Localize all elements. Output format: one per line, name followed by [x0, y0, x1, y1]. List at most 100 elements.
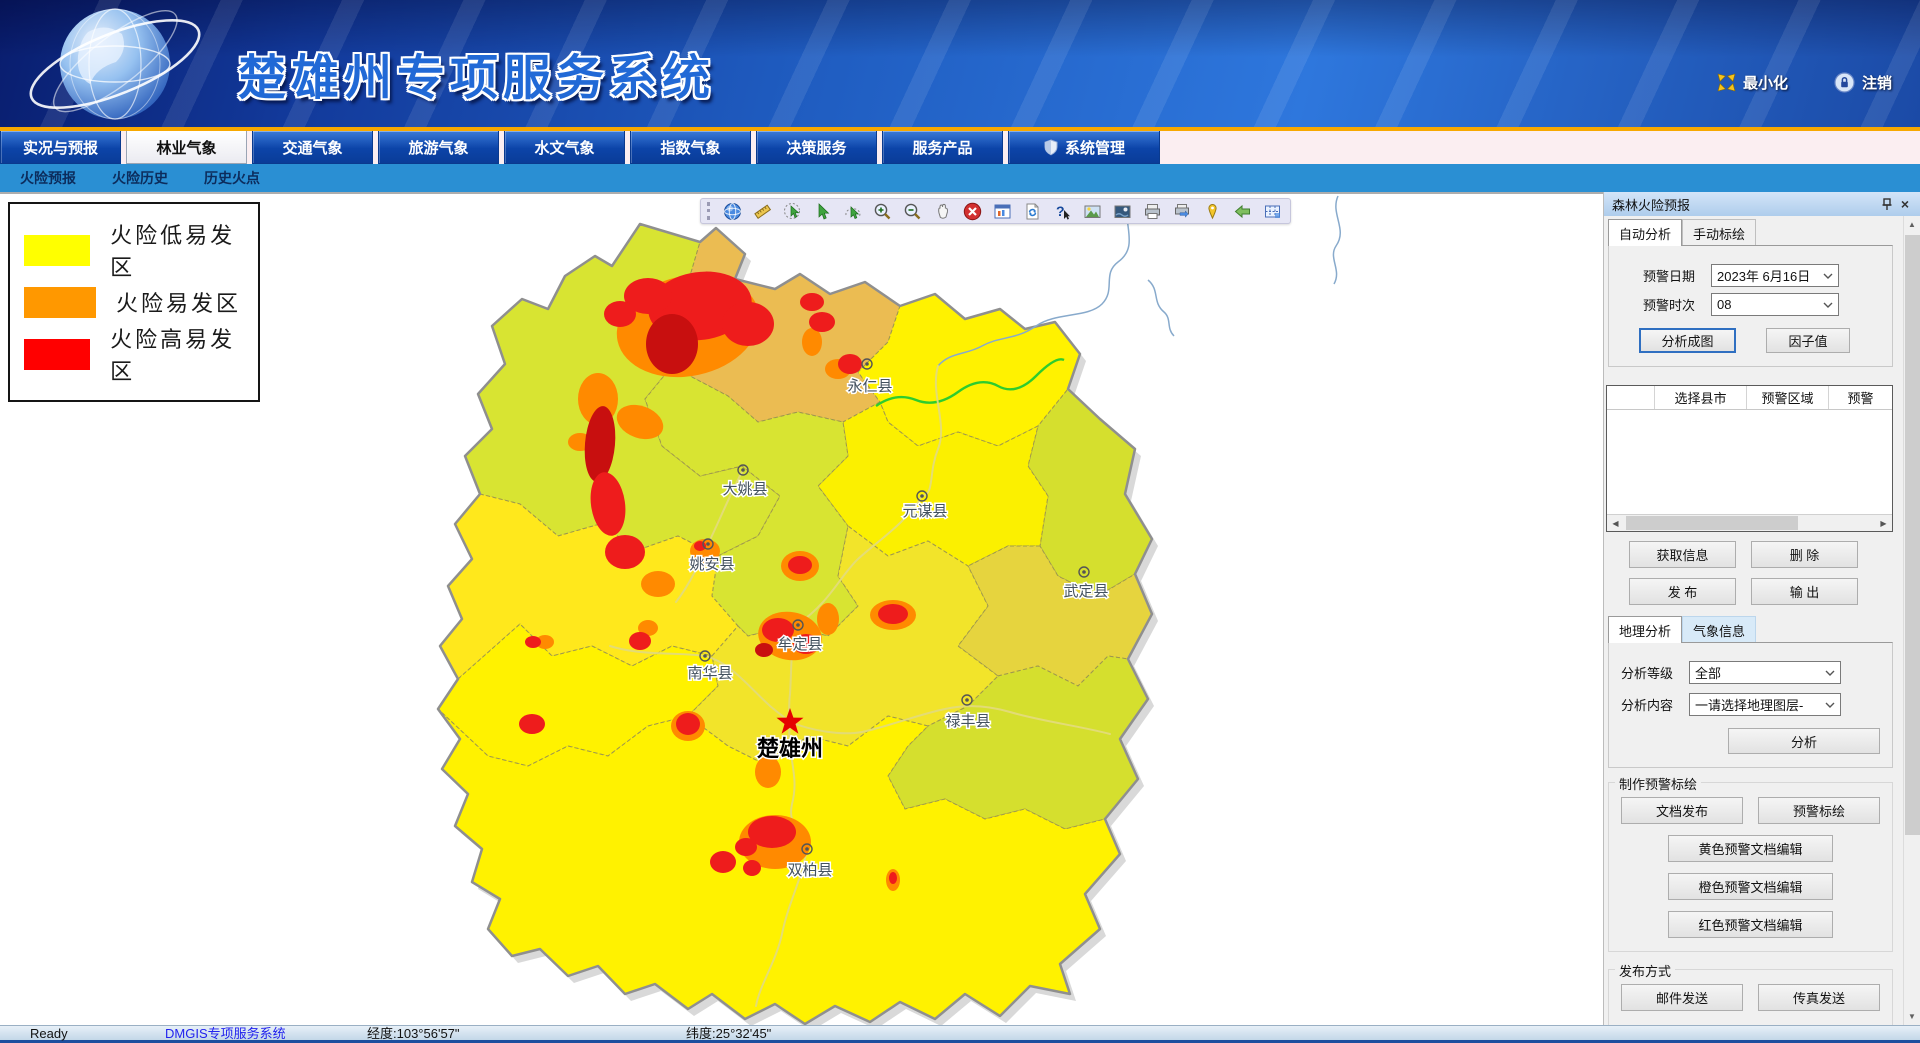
measure-distance-icon[interactable] [752, 201, 772, 221]
red-warning-doc-button[interactable]: 红色预警文档编辑 [1668, 911, 1833, 938]
export-map-icon[interactable] [1262, 201, 1282, 221]
col-warn-region: 预警区域 [1747, 386, 1829, 409]
toolbar-drag-handle[interactable] [707, 202, 710, 220]
pan-hand-icon[interactable] [932, 201, 952, 221]
status-ready: Ready [30, 1026, 68, 1041]
col-county: 选择县市 [1655, 386, 1747, 409]
print-icon[interactable] [1142, 201, 1162, 221]
warn-time-select[interactable]: 08 [1711, 293, 1839, 316]
status-longitude: 经度:103°56'57" [367, 1026, 460, 1041]
tab-weather-info[interactable]: 气象信息 [1682, 616, 1756, 643]
county-label-lufeng: 禄丰县 [945, 713, 990, 730]
tab-tourism-weather[interactable]: 旅游气象 [378, 131, 499, 164]
select-feature-icon[interactable] [812, 201, 832, 221]
tab-live-forecast[interactable]: 实况与预报 [0, 131, 121, 164]
app-banner: 楚雄州专项服务系统 最小化 注销 [0, 0, 1920, 127]
tab-service-products[interactable]: 服务产品 [882, 131, 1003, 164]
tab-forestry-weather[interactable]: 林业气象 [126, 131, 247, 164]
print-preview-icon[interactable] [1172, 201, 1192, 221]
identify-icon[interactable]: ? [1052, 201, 1072, 221]
auto-analysis-pane: 预警日期 2023年 6月16日 预警时次 08 分析成图 因子值 [1608, 245, 1893, 367]
legend-item-mid: 火险易发区 [24, 286, 248, 318]
vscroll-thumb[interactable] [1905, 235, 1920, 835]
email-send-button[interactable]: 邮件发送 [1621, 984, 1743, 1011]
county-label-shuangbai: 双柏县 [787, 862, 832, 879]
analyze-map-button[interactable]: 分析成图 [1639, 328, 1736, 353]
county-label-nanhua: 南华县 [687, 665, 732, 682]
hscroll-thumb[interactable] [1626, 516, 1798, 530]
pin-icon[interactable] [1878, 195, 1896, 213]
yellow-warning-doc-button[interactable]: 黄色预警文档编辑 [1668, 835, 1833, 862]
placemark-pin-icon[interactable] [1202, 201, 1222, 221]
warn-date-select[interactable]: 2023年 6月16日 [1711, 264, 1839, 287]
map-canvas[interactable]: 永仁县 大姚县 元谋县 姚安县 武定县 牟定县 南华县 禄丰县 双柏县 楚雄州 … [0, 192, 1603, 1025]
close-icon[interactable]: × [1896, 195, 1914, 213]
forest-fire-panel: 森林火险预报 × 自动分析 手动标绘 预警日期 2023年 6月16日 [1603, 192, 1920, 1025]
select-by-circle-icon[interactable] [782, 201, 802, 221]
orange-warning-doc-button[interactable]: 橙色预警文档编辑 [1668, 873, 1833, 900]
scroll-right-icon[interactable]: ▶ [1875, 515, 1892, 531]
image-night-icon[interactable] [1112, 201, 1132, 221]
status-latitude: 纬度:25°32'45" [686, 1026, 771, 1041]
panel-scrollbar[interactable]: ▲ ▼ [1903, 216, 1920, 1025]
get-info-button[interactable]: 获取信息 [1629, 541, 1736, 568]
factor-value-button[interactable]: 因子值 [1766, 328, 1850, 353]
logout-button[interactable]: 注销 [1834, 72, 1892, 93]
status-system-link[interactable]: DMGIS专项服务系统 [165, 1026, 286, 1041]
subnav-historic-firepoints[interactable]: 历史火点 [204, 168, 260, 188]
globe-icon[interactable] [722, 201, 742, 221]
doc-publish-button[interactable]: 文档发布 [1621, 797, 1743, 824]
main-tabbar: 实况与预报 林业气象 交通气象 旅游气象 水文气象 指数气象 决策服务 服务产品… [0, 131, 1920, 164]
svg-text:?: ? [1056, 203, 1065, 219]
analyze-button[interactable]: 分析 [1728, 728, 1880, 754]
scroll-down-icon[interactable]: ▼ [1904, 1008, 1920, 1025]
legend-swatch-red [24, 339, 90, 370]
zoom-out-icon[interactable] [902, 201, 922, 221]
tab-index-weather[interactable]: 指数气象 [630, 131, 751, 164]
tab-geo-analysis[interactable]: 地理分析 [1608, 616, 1682, 643]
panel-title: 森林火险预报 [1612, 195, 1878, 214]
zoom-in-icon[interactable] [872, 201, 892, 221]
tab-system-admin[interactable]: 系统管理 [1008, 131, 1160, 164]
image-day-icon[interactable] [1082, 201, 1102, 221]
subnav-fire-forecast[interactable]: 火险预报 [20, 168, 76, 188]
analysis-tabstrip: 地理分析 气象信息 [1608, 615, 1903, 642]
scroll-up-icon[interactable]: ▲ [1904, 216, 1920, 233]
chevron-down-icon [1823, 273, 1833, 279]
warning-table-body[interactable] [1607, 410, 1892, 514]
minimize-button[interactable]: 最小化 [1717, 72, 1788, 93]
tab-auto-analysis[interactable]: 自动分析 [1608, 219, 1682, 246]
tab-hydrology-weather[interactable]: 水文气象 [504, 131, 625, 164]
legend-swatch-orange [24, 287, 96, 318]
county-label-yuanmou: 元谋县 [902, 503, 947, 520]
tab-manual-plot[interactable]: 手动标绘 [1682, 219, 1756, 246]
subnav-fire-history[interactable]: 火险历史 [112, 168, 168, 188]
county-label-wuding: 武定县 [1063, 583, 1108, 600]
full-extent-icon[interactable] [992, 201, 1012, 221]
previous-view-icon[interactable] [1232, 201, 1252, 221]
status-bar: Ready DMGIS专项服务系统 经度:103°56'57" 纬度:25°32… [0, 1025, 1920, 1040]
table-hscrollbar[interactable]: ◀ ▶ [1607, 514, 1892, 531]
select-polygon-icon[interactable] [842, 201, 862, 221]
warn-plot-button[interactable]: 预警标绘 [1758, 797, 1880, 824]
refresh-page-icon[interactable] [1022, 201, 1042, 221]
scroll-left-icon[interactable]: ◀ [1607, 515, 1624, 531]
panel-tabstrip: 自动分析 手动标绘 [1608, 218, 1903, 245]
panel-titlebar: 森林火险预报 × [1604, 192, 1920, 216]
lock-icon [1834, 72, 1855, 93]
logout-label: 注销 [1862, 72, 1892, 93]
chevron-down-icon [1823, 302, 1833, 308]
stop-icon[interactable] [962, 201, 982, 221]
publish-groupbox: 发布方式 邮件发送 传真发送 [1608, 969, 1893, 1025]
legend-item-low: 火险低易发区 [24, 218, 248, 282]
publish-button[interactable]: 发 布 [1629, 578, 1736, 605]
analysis-content-select[interactable]: 一请选择地理图层- [1689, 693, 1841, 716]
tab-traffic-weather[interactable]: 交通气象 [252, 131, 373, 164]
analysis-level-select[interactable]: 全部 [1689, 661, 1841, 684]
col-blank [1607, 386, 1655, 409]
output-button[interactable]: 输 出 [1751, 578, 1858, 605]
delete-button[interactable]: 删 除 [1751, 541, 1858, 568]
fax-send-button[interactable]: 传真发送 [1758, 984, 1880, 1011]
tab-decision-service[interactable]: 决策服务 [756, 131, 877, 164]
fire-risk-legend: 火险低易发区 火险易发区 火险高易发区 [8, 202, 260, 402]
